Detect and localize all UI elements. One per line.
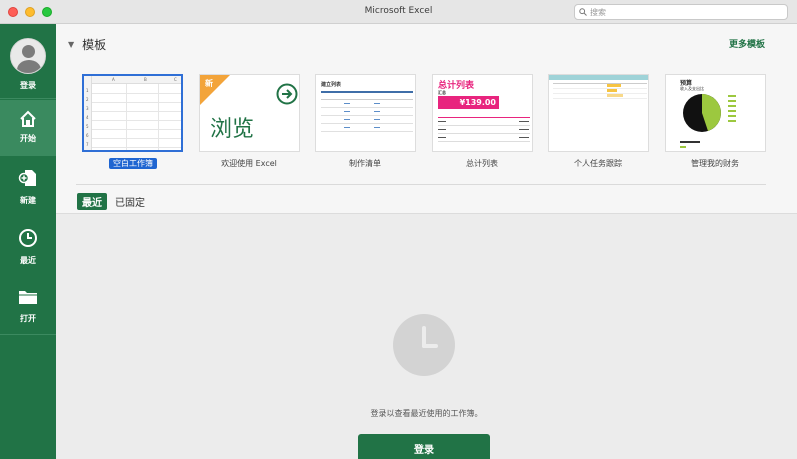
section-divider bbox=[76, 184, 766, 185]
template-manage-finances[interactable]: 预算 收入及支出比 bbox=[665, 74, 766, 152]
search-icon bbox=[579, 8, 587, 16]
template-label: 欢迎使用 Excel bbox=[221, 159, 277, 168]
templates-header[interactable]: ▼ 模板 bbox=[68, 36, 106, 53]
templates-panel: ▼ 模板 更多模板 A B C 1 2 3 4 5 6 7 空白工作簿 新 浏览… bbox=[56, 24, 797, 214]
thumb-subtitle: 收入及支出比 bbox=[680, 86, 704, 91]
title-bar: Microsoft Excel 搜索 bbox=[0, 0, 797, 24]
sidebar-item-open[interactable]: 打开 bbox=[0, 282, 56, 338]
sidebar: 登录 开始 新建 最近 打开 bbox=[0, 24, 56, 459]
search-input[interactable]: 搜索 bbox=[574, 4, 788, 20]
template-make-list[interactable]: 建立列表 bbox=[315, 74, 416, 152]
sidebar-item-label: 最近 bbox=[20, 256, 36, 265]
sidebar-item-label: 新建 bbox=[20, 196, 36, 205]
template-total-list[interactable]: 总计列表 汇总 ¥139.00 bbox=[432, 74, 533, 152]
thumb-title: 建立列表 bbox=[321, 82, 342, 88]
browse-text: 浏览 bbox=[210, 117, 255, 142]
sidebar-item-label: 登录 bbox=[20, 81, 36, 90]
templates-heading: 模板 bbox=[82, 38, 107, 52]
recent-files-area: 登录以查看最近使用的工作簿。 登录 bbox=[56, 214, 797, 459]
sidebar-item-label: 开始 bbox=[20, 134, 36, 143]
sidebar-item-recent[interactable]: 最近 bbox=[0, 222, 56, 278]
home-icon bbox=[20, 110, 36, 127]
sidebar-item-new[interactable]: 新建 bbox=[0, 162, 56, 218]
folder-icon bbox=[19, 291, 37, 304]
template-label: 总计列表 bbox=[466, 159, 498, 168]
signin-button[interactable]: 登录 bbox=[358, 434, 490, 459]
new-badge: 新 bbox=[205, 79, 213, 88]
clock-icon bbox=[19, 229, 37, 247]
thumb-amount: ¥139.00 bbox=[438, 96, 499, 109]
arrow-circle-icon bbox=[276, 83, 298, 105]
sidebar-item-label: 打开 bbox=[20, 314, 36, 323]
more-templates-link[interactable]: 更多模板 bbox=[729, 37, 765, 50]
pie-chart-icon bbox=[683, 94, 721, 132]
sidebar-item-signin[interactable]: 登录 bbox=[0, 38, 56, 98]
template-task-tracker[interactable] bbox=[548, 74, 649, 152]
template-label: 空白工作簿 bbox=[73, 158, 193, 169]
tab-pinned[interactable]: 已固定 bbox=[115, 194, 145, 209]
recent-pinned-tabs: 最近 已固定 bbox=[77, 193, 145, 210]
clock-icon bbox=[393, 314, 455, 376]
signin-message: 登录以查看最近使用的工作簿。 bbox=[370, 409, 483, 418]
template-label: 管理我的财务 bbox=[691, 159, 739, 168]
search-placeholder: 搜索 bbox=[590, 7, 606, 17]
collapse-triangle-icon[interactable]: ▼ bbox=[68, 40, 74, 49]
avatar bbox=[10, 38, 46, 74]
new-document-icon bbox=[18, 170, 36, 186]
template-blank-workbook[interactable]: A B C 1 2 3 4 5 6 7 bbox=[82, 74, 183, 152]
sidebar-item-home[interactable]: 开始 bbox=[0, 100, 56, 156]
template-label: 个人任务跟踪 bbox=[574, 159, 622, 168]
tab-recent[interactable]: 最近 bbox=[77, 193, 107, 210]
template-label: 制作清单 bbox=[349, 159, 381, 168]
template-welcome-tour[interactable]: 新 浏览 bbox=[199, 74, 300, 152]
